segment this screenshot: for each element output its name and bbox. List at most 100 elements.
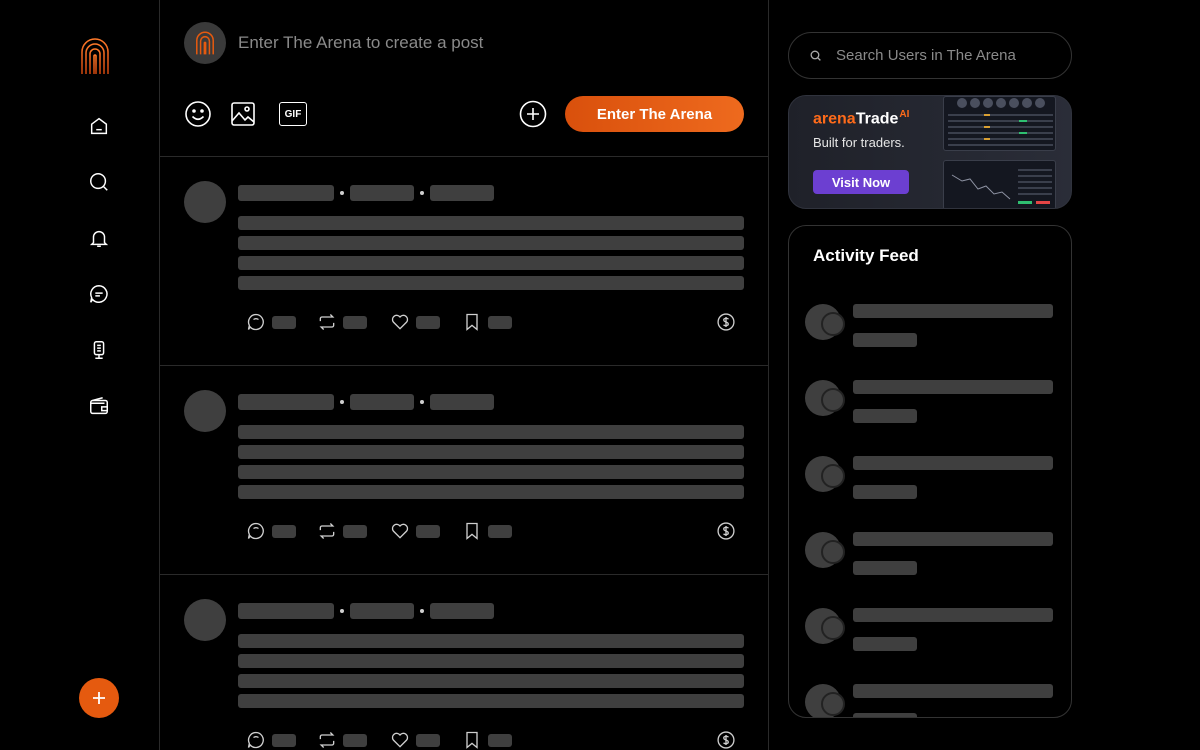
skeleton-count bbox=[272, 315, 296, 329]
skeleton-line bbox=[853, 304, 1053, 318]
nav-wallet[interactable] bbox=[86, 393, 112, 419]
promo-title: arenaTradeAI bbox=[813, 109, 909, 128]
activity-item[interactable] bbox=[805, 684, 1057, 717]
reply-button[interactable] bbox=[246, 312, 296, 332]
skeleton-line bbox=[853, 532, 1053, 546]
avatar-secondary bbox=[821, 692, 845, 716]
skeleton-count bbox=[343, 524, 367, 538]
reply-button[interactable] bbox=[246, 730, 296, 750]
nav-home[interactable] bbox=[86, 113, 112, 139]
skeleton-handle bbox=[350, 185, 414, 201]
enter-arena-button[interactable]: Enter The Arena bbox=[565, 96, 744, 132]
bookmark-icon bbox=[466, 313, 478, 331]
tip-button[interactable] bbox=[716, 730, 736, 750]
arena-trade-promo[interactable]: arenaTradeAI Built for traders. Visit No… bbox=[788, 95, 1072, 209]
bookmark-button[interactable] bbox=[462, 730, 512, 750]
skeleton-count bbox=[272, 733, 296, 747]
feed-column: Enter The Arena to create a post GIF Ent… bbox=[159, 0, 769, 750]
activity-item[interactable] bbox=[805, 304, 1057, 364]
skeleton-count bbox=[272, 524, 296, 538]
gif-label: GIF bbox=[284, 108, 302, 120]
avatar bbox=[184, 599, 226, 641]
avatar-secondary bbox=[821, 312, 845, 336]
wallet-icon bbox=[90, 397, 108, 415]
skeleton-count bbox=[343, 733, 367, 747]
skeleton-line bbox=[853, 684, 1053, 698]
user-search[interactable]: Search Users in The Arena bbox=[788, 32, 1072, 79]
skeleton-time bbox=[430, 185, 494, 201]
activity-feed: Activity Feed bbox=[788, 225, 1072, 718]
nav-search[interactable] bbox=[86, 169, 112, 195]
activity-item[interactable] bbox=[805, 608, 1057, 668]
repost-icon bbox=[319, 523, 335, 539]
skeleton-username bbox=[238, 394, 334, 410]
skeleton-line bbox=[853, 409, 917, 423]
reply-icon bbox=[247, 522, 264, 540]
like-button[interactable] bbox=[390, 521, 440, 541]
nav-messages[interactable] bbox=[86, 281, 112, 307]
skeleton-handle bbox=[350, 394, 414, 410]
nav-notifications[interactable] bbox=[86, 225, 112, 251]
activity-item[interactable] bbox=[805, 456, 1057, 516]
bookmark-icon bbox=[466, 522, 478, 540]
sidebar bbox=[0, 0, 160, 750]
post-composer: Enter The Arena to create a post GIF Ent… bbox=[160, 0, 768, 157]
promo-brand-a: arena bbox=[813, 110, 856, 128]
plus-icon bbox=[93, 692, 105, 704]
avatar-secondary bbox=[821, 464, 845, 488]
avatar-secondary bbox=[821, 616, 845, 640]
skeleton-line bbox=[238, 276, 744, 290]
search-icon bbox=[810, 50, 821, 61]
skeleton-count bbox=[416, 733, 440, 747]
tip-button[interactable] bbox=[716, 312, 736, 337]
skeleton-line bbox=[238, 654, 744, 668]
bell-icon bbox=[89, 230, 109, 247]
avatar-secondary bbox=[821, 388, 845, 412]
skeleton-line bbox=[238, 465, 744, 479]
skeleton-line bbox=[853, 608, 1053, 622]
like-button[interactable] bbox=[390, 312, 440, 332]
post-skeleton bbox=[160, 157, 768, 366]
repost-button[interactable] bbox=[317, 312, 367, 332]
skeleton-line bbox=[238, 634, 744, 648]
repost-button[interactable] bbox=[317, 521, 367, 541]
avatar bbox=[184, 390, 226, 432]
bookmark-button[interactable] bbox=[462, 312, 512, 332]
reply-button[interactable] bbox=[246, 521, 296, 541]
separator-dot bbox=[420, 191, 424, 195]
arena-logo[interactable] bbox=[80, 37, 110, 75]
add-button[interactable] bbox=[519, 100, 547, 128]
visit-now-button[interactable]: Visit Now bbox=[813, 170, 909, 194]
promo-brand-ai: AI bbox=[899, 109, 910, 120]
tip-button[interactable] bbox=[716, 521, 736, 546]
skeleton-count bbox=[416, 524, 440, 538]
emoji-button[interactable] bbox=[184, 100, 212, 128]
gif-button[interactable]: GIF bbox=[278, 100, 308, 128]
post-skeleton bbox=[160, 366, 768, 575]
activity-item[interactable] bbox=[805, 532, 1057, 592]
skeleton-count bbox=[488, 524, 512, 538]
reply-icon bbox=[247, 313, 264, 331]
skeleton-line bbox=[238, 445, 744, 459]
reply-icon bbox=[247, 731, 264, 749]
create-post-fab[interactable] bbox=[79, 678, 119, 718]
nav-stage[interactable] bbox=[86, 337, 112, 363]
post-input[interactable]: Enter The Arena to create a post bbox=[238, 33, 483, 53]
skeleton-count bbox=[416, 315, 440, 329]
image-button[interactable] bbox=[229, 100, 257, 128]
skeleton-count bbox=[488, 733, 512, 747]
bookmark-button[interactable] bbox=[462, 521, 512, 541]
gif-icon: GIF bbox=[279, 102, 307, 126]
dollar-icon bbox=[717, 731, 735, 749]
search-input[interactable]: Search Users in The Arena bbox=[836, 47, 1016, 64]
image-icon bbox=[231, 102, 255, 126]
activity-item[interactable] bbox=[805, 380, 1057, 440]
repost-button[interactable] bbox=[317, 730, 367, 750]
repost-icon bbox=[319, 732, 335, 748]
skeleton-time bbox=[430, 394, 494, 410]
like-button[interactable] bbox=[390, 730, 440, 750]
separator-dot bbox=[340, 191, 344, 195]
activity-feed-title: Activity Feed bbox=[813, 246, 919, 265]
post-skeleton bbox=[160, 575, 768, 750]
skeleton-line bbox=[238, 485, 744, 499]
